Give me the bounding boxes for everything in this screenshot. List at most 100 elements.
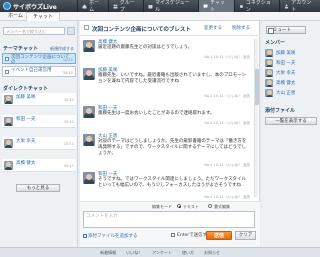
calendar-icon [148,4,153,8]
attach-file-label: 添付ファイルを追加する [88,234,138,239]
nav-my-schedule[interactable]: マイスケジュール [143,0,198,13]
message-text: 齋藤先生、いいですね。厳近書籍も出版されていますし、本のプロモーションを兼ねて内… [98,73,247,84]
avatar [83,172,95,184]
connection-icon [239,4,243,8]
message-item: 大山 正恵 対談のテーマはどうしましょうか。先生の厳新書籍のテーマは「働き方を再… [82,133,250,169]
theme-chat-time: 10:11 [62,71,73,75]
app-logo[interactable]: サイボウズLive [0,2,77,11]
comment-input[interactable]: コメントを入力 [83,211,255,228]
new-theme-chat-link[interactable]: 新規作成する [50,46,74,52]
message-meta[interactable]: No.5 10:11 ☆いいね！ 返信 [204,195,250,200]
footer-link[interactable]: お知らせ [204,250,220,256]
member-item[interactable]: 大山 正恵 [265,88,317,98]
breadcrumb-tabs: ホーム チャット [0,12,320,22]
attach-file-link[interactable]: 添付ファイルを追加する [83,233,138,239]
enter-to-send-checkbox[interactable] [171,233,175,237]
search-clear-button[interactable] [67,27,75,35]
member-name: 和田 一夫 [276,61,296,66]
theme-chat-time: 10:11 [62,58,73,62]
message-scrollbar[interactable] [254,39,259,197]
cybozu-logo-icon [3,2,11,10]
avatar [83,40,95,52]
member-name: 高橋 健太 [276,81,296,86]
top-navigation-bar: サイボウズLive ホーム グループ マイスケジュール チャット コネクション … [0,0,320,13]
clear-button[interactable]: クリア [235,231,256,240]
message-meta[interactable]: No.1 10:11 ☆いいね！ 返信 [204,55,250,60]
member-sidebar: ミュート メンバー 加藤 美咲 和田 一夫 大栄 幸夫 高橋 健太 大山 正恵 … [262,21,320,247]
chat-list-sidebar: メンバー名で絞り込む テーマチャット 新規作成する 次回コンテンツ企画についての… [0,21,78,247]
account-icon [285,4,289,8]
avatar [83,106,95,118]
theme-chat-header: テーマチャット [3,46,38,52]
nav-connection[interactable]: コネクション [233,0,280,13]
member-item[interactable]: 加藤 美咲 [265,48,317,58]
edit-chat-link[interactable]: 変更する [204,25,222,31]
direct-chat-time: 10:11 [63,98,74,102]
message-text: そうですね。ではワークスタイル関連にしましょう。ただワークスタイルといっても幅広… [98,177,246,188]
theme-chat-label: 次回コンテンツ企画についての [11,55,70,65]
direct-chat-name: 大栄 幸夫 [16,139,36,144]
member-item[interactable]: 高橋 健太 [265,78,317,88]
mute-button[interactable]: ミュート [266,26,306,34]
mode-html-label: 書式編集 [214,204,230,209]
nav-home[interactable]: ホーム [77,0,108,13]
message-item: 和田 一夫 齋藤先生は一度お会いしたことがあるので連絡取れます。 No.3 10… [82,105,250,129]
mode-text-radio[interactable] [177,204,181,208]
avatar [4,161,13,170]
home-icon [82,4,87,8]
member-item[interactable]: 大栄 幸夫 [265,68,317,78]
mode-text-label: テキスト [183,204,199,209]
theme-chat-label: イベント自己運営用 [11,68,52,73]
message-meta[interactable]: No.4 10:11 ☆いいね！ 返信 [204,163,250,168]
member-search-input[interactable]: メンバー名で絞り込む [3,27,65,35]
attached-files-header: 添付ファイル [265,108,296,114]
chat-icon [84,25,89,30]
message-text: 対談のテーマはどうしましょうか。先生の厳新書籍のテーマは「働き方を再発明する」で… [98,139,247,156]
tab-home[interactable]: ホーム [2,12,29,21]
chat-title: 次回コンテンツ企画についてのブレスト [92,27,191,33]
nav-chat[interactable]: チャット [198,0,234,13]
direct-chat-item[interactable]: 和田 一夫 10:11 [2,115,76,128]
member-name: 大栄 幸夫 [276,71,296,76]
theme-chat-item[interactable]: イベント自己運営用 10:11 [2,66,76,77]
theme-chat-item[interactable]: 次回コンテンツ企画についての 10:11 [2,53,76,65]
scrollbar-thumb[interactable] [255,69,259,105]
member-header: メンバー [265,40,286,46]
nav-account[interactable]: アカウント [279,0,320,13]
send-button[interactable]: 送信 [206,231,232,240]
message-text: 齋藤先生は一度お会いしたことがあるので連絡取れます。 [98,111,215,116]
app-name: サイボウズLive [13,3,57,11]
footer-link[interactable]: 使い方 [182,250,194,256]
message-meta[interactable]: No.3 10:11 ☆いいね！ 返信 [204,121,250,126]
avatar [265,89,273,97]
direct-chat-item[interactable]: 高橋 健太 10:11 [2,159,76,172]
message-meta[interactable]: No.2 10:11 ☆いいね！ 返信 [204,94,250,99]
message-item: 加藤 美咲 齋藤先生、いいですね。厳近書籍も出版されていますし、本のプロモーショ… [82,67,250,101]
member-item[interactable]: 和田 一夫 [265,58,317,68]
avatar [4,139,13,148]
mode-html-radio[interactable] [208,204,212,208]
chat-panel: 次回コンテンツ企画についてのブレスト 変更する 削除する 高橋 健太 厳近話題の… [80,21,260,247]
footer-link[interactable]: アンケート [152,250,172,256]
footer-link[interactable]: いいね！ [126,250,142,256]
message-item: 和田 一夫 そうですね。ではワークスタイル関連にしましょう。ただワークスタイルと… [82,171,250,200]
comment-editor: 編集モード テキスト 書式編集 コメントを入力 添付ファイルを追加する Ente… [80,201,260,247]
avatar [265,49,273,57]
nav-group[interactable]: グループ [107,0,143,13]
chat-checkbox-icon [5,70,9,74]
avatar [83,68,95,80]
message-list: 高橋 健太 厳近話題の齋藤先生との対談はどうでしょう。 No.1 10:11 ☆… [80,37,260,200]
direct-chat-item[interactable]: 加藤 美咲 10:11 [2,93,76,106]
more-button[interactable]: もっと見る [16,184,60,192]
direct-chat-time: 10:11 [63,164,74,168]
message-item: 高橋 健太 厳近話題の齋藤先生との対談はどうでしょう。 No.1 10:11 ☆… [82,39,250,63]
chat-checkbox-icon [5,57,9,61]
footer-link[interactable]: 新着情報 [100,250,116,256]
direct-chat-item[interactable]: 大栄 幸夫 10:11 [2,137,76,150]
delete-chat-link[interactable]: 削除する [232,25,250,31]
footer-bar: 新着情報 いいね！ アンケート 使い方 お知らせ [0,247,320,257]
direct-chat-name: 高橋 健太 [16,161,36,166]
show-files-button[interactable]: 一覧を表示する [265,117,317,125]
direct-chat-name: 加藤 美咲 [16,95,36,100]
avatar [265,59,273,67]
